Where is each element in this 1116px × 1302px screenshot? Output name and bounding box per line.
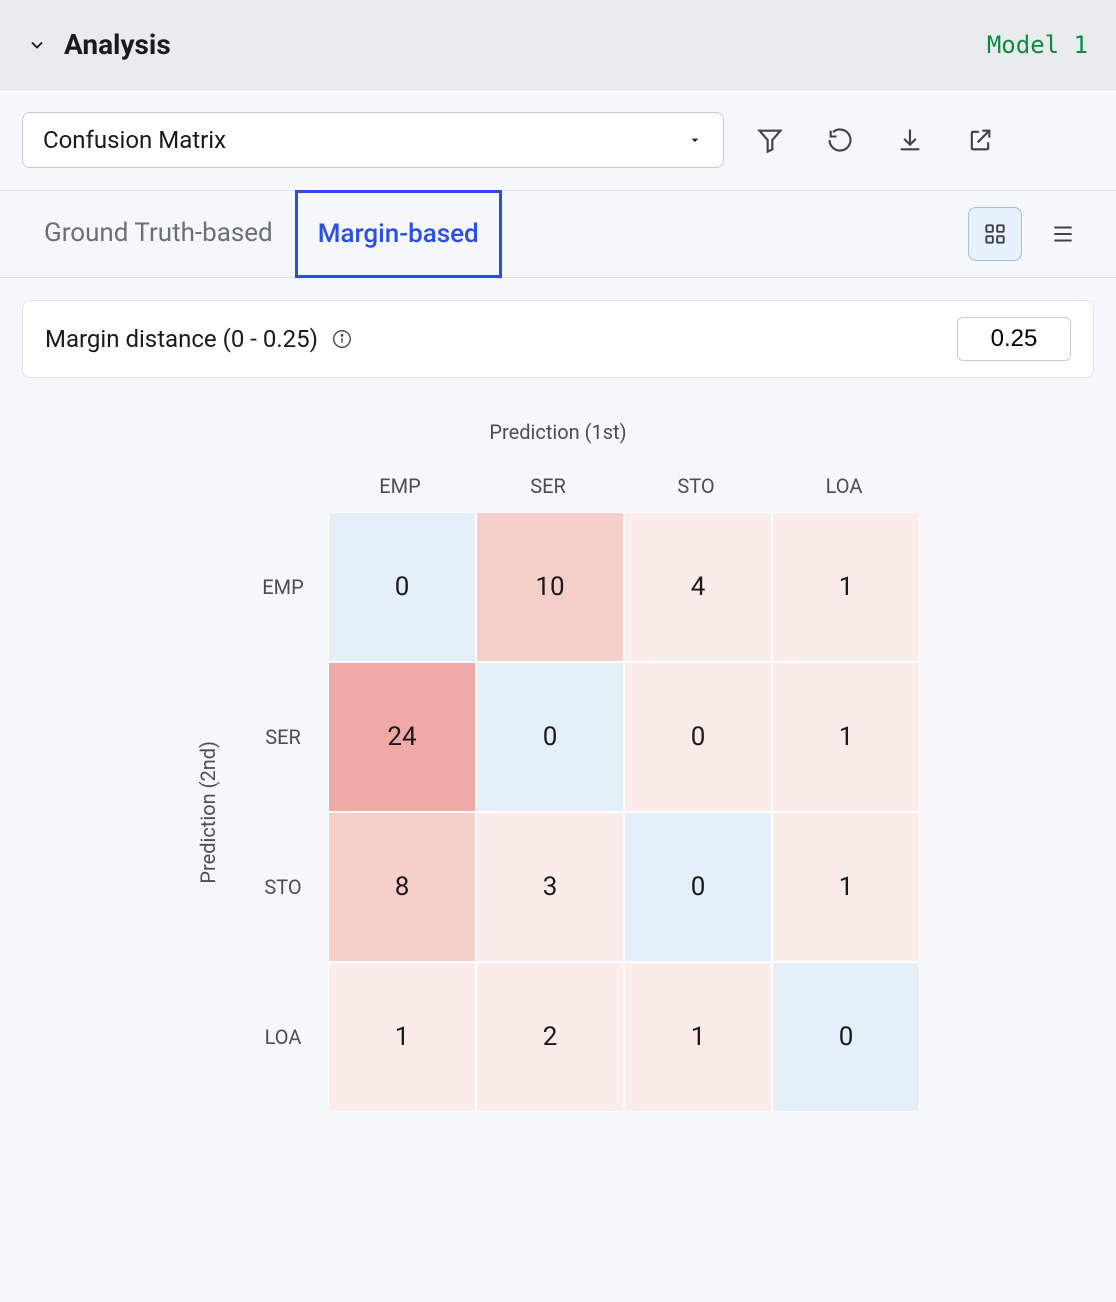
open-external-icon <box>966 126 994 154</box>
grid-view-icon <box>982 221 1008 247</box>
reset-button[interactable] <box>816 116 864 164</box>
matrix-cell[interactable]: 0 <box>624 662 772 812</box>
filter-button[interactable] <box>746 116 794 164</box>
matrix-y-axis-label: Prediction (2nd) <box>196 741 220 884</box>
filter-icon <box>756 126 784 154</box>
matrix-col-header: LOA <box>770 464 918 512</box>
chevron-down-icon <box>27 35 47 55</box>
matrix-row-header: LOA <box>238 962 328 1112</box>
matrix-row-labels: EMPSERSTOLOA <box>238 512 328 1112</box>
matrix-column-headers: EMPSERSTOLOA <box>198 464 918 512</box>
margin-distance-panel: Margin distance (0 - 0.25) <box>22 300 1094 378</box>
download-button[interactable] <box>886 116 934 164</box>
matrix-cell[interactable]: 0 <box>328 512 476 662</box>
open-external-button[interactable] <box>956 116 1004 164</box>
select-label: Confusion Matrix <box>43 126 226 154</box>
list-view-icon <box>1050 221 1076 247</box>
matrix-cell[interactable]: 2 <box>476 962 624 1112</box>
matrix-cell[interactable]: 24 <box>328 662 476 812</box>
model-badge: Model 1 <box>987 31 1088 59</box>
matrix-cell[interactable]: 0 <box>624 812 772 962</box>
matrix-row-header: STO <box>238 812 328 962</box>
matrix-cell[interactable]: 0 <box>772 962 920 1112</box>
matrix-col-header: SER <box>474 464 622 512</box>
matrix-cell[interactable]: 8 <box>328 812 476 962</box>
reset-icon <box>826 126 854 154</box>
view-toggle <box>968 191 1094 277</box>
caret-down-icon <box>687 126 703 154</box>
matrix-cell[interactable]: 1 <box>772 662 920 812</box>
download-icon <box>896 126 924 154</box>
matrix-row-header: EMP <box>238 512 328 662</box>
matrix-cell[interactable]: 1 <box>772 812 920 962</box>
collapse-toggle[interactable] <box>26 34 48 56</box>
matrix-cell[interactable]: 0 <box>476 662 624 812</box>
analysis-type-select[interactable]: Confusion Matrix <box>22 112 724 168</box>
matrix-cell[interactable]: 1 <box>772 512 920 662</box>
margin-distance-label: Margin distance (0 - 0.25) <box>45 325 318 353</box>
tab-margin-based[interactable]: Margin-based <box>295 190 502 278</box>
margin-distance-input[interactable] <box>957 317 1071 361</box>
matrix-cell[interactable]: 4 <box>624 512 772 662</box>
tab-bar: Ground Truth-based Margin-based <box>0 190 1116 278</box>
matrix-col-header: STO <box>622 464 770 512</box>
matrix-row-header: SER <box>238 662 328 812</box>
matrix-cell[interactable]: 3 <box>476 812 624 962</box>
page-title: Analysis <box>64 28 171 61</box>
matrix-cell[interactable]: 1 <box>328 962 476 1112</box>
matrix-x-axis-label: Prediction (1st) <box>489 420 626 444</box>
header-bar: Analysis Model 1 <box>0 0 1116 90</box>
matrix-cell[interactable]: 1 <box>624 962 772 1112</box>
matrix-col-header: EMP <box>326 464 474 512</box>
toolbar: Confusion Matrix <box>0 90 1116 190</box>
matrix-grid: 010412400183011210 <box>328 512 920 1112</box>
confusion-matrix: Prediction (1st) EMPSERSTOLOA Prediction… <box>0 400 1116 1192</box>
info-icon[interactable] <box>330 327 354 351</box>
grid-view-button[interactable] <box>968 207 1022 261</box>
list-view-button[interactable] <box>1036 207 1090 261</box>
matrix-cell[interactable]: 10 <box>476 512 624 662</box>
tab-ground-truth[interactable]: Ground Truth-based <box>22 190 295 278</box>
